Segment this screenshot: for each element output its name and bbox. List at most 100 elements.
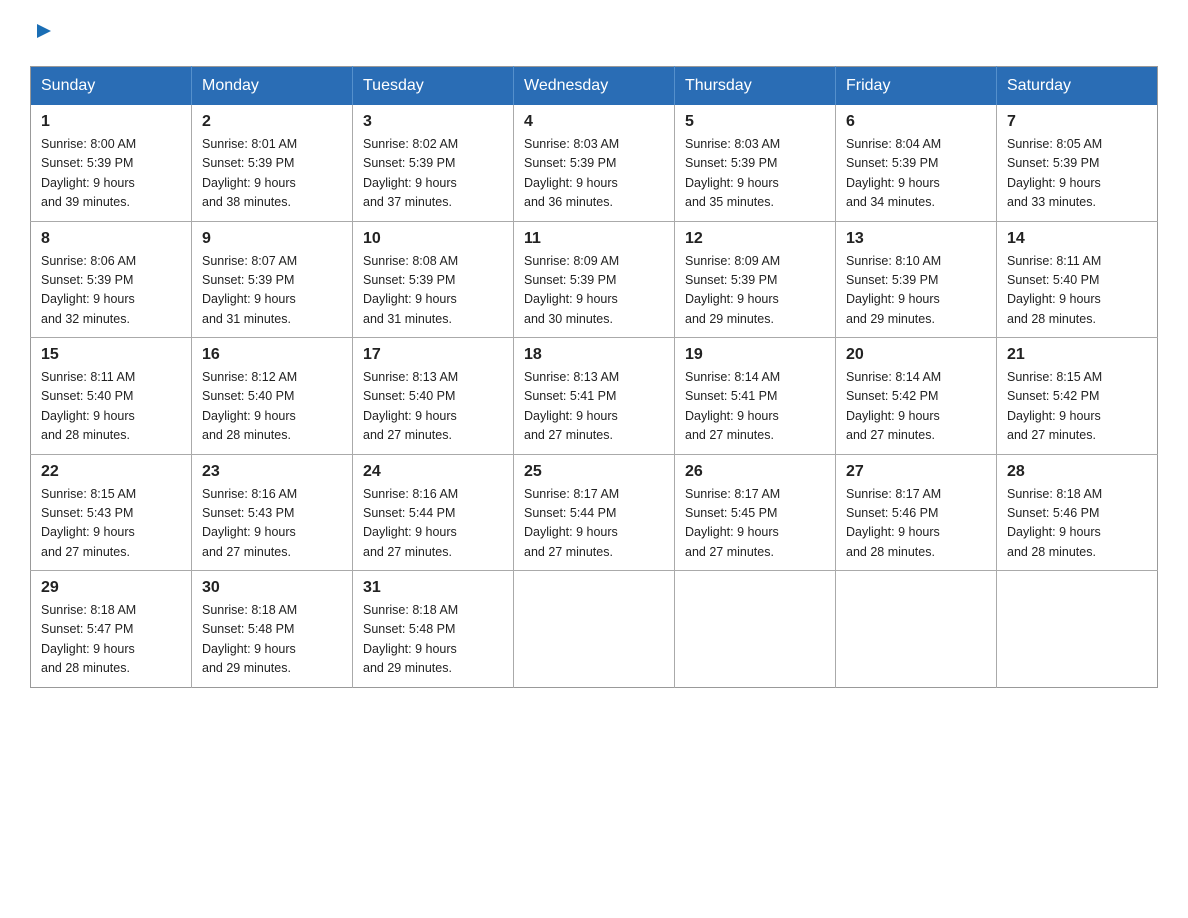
daylight-minutes: and 28 minutes. xyxy=(846,545,935,559)
calendar-cell: 18 Sunrise: 8:13 AM Sunset: 5:41 PM Dayl… xyxy=(514,338,675,455)
day-number: 24 xyxy=(363,463,503,481)
calendar-week-1: 1 Sunrise: 8:00 AM Sunset: 5:39 PM Dayli… xyxy=(31,105,1158,221)
day-info: Sunrise: 8:13 AM Sunset: 5:41 PM Dayligh… xyxy=(524,368,664,446)
daylight-label: Daylight: 9 hours xyxy=(363,642,457,656)
calendar-cell: 6 Sunrise: 8:04 AM Sunset: 5:39 PM Dayli… xyxy=(836,105,997,221)
sunset-label: Sunset: 5:39 PM xyxy=(41,156,133,170)
sunrise-label: Sunrise: 8:02 AM xyxy=(363,137,458,151)
sunrise-label: Sunrise: 8:07 AM xyxy=(202,254,297,268)
daylight-minutes: and 29 minutes. xyxy=(685,312,774,326)
daylight-label: Daylight: 9 hours xyxy=(41,525,135,539)
sunset-label: Sunset: 5:41 PM xyxy=(524,389,616,403)
sunset-label: Sunset: 5:39 PM xyxy=(202,273,294,287)
day-info: Sunrise: 8:15 AM Sunset: 5:43 PM Dayligh… xyxy=(41,485,181,563)
day-number: 11 xyxy=(524,230,664,248)
calendar-cell: 8 Sunrise: 8:06 AM Sunset: 5:39 PM Dayli… xyxy=(31,221,192,338)
day-number: 30 xyxy=(202,579,342,597)
day-info: Sunrise: 8:07 AM Sunset: 5:39 PM Dayligh… xyxy=(202,252,342,330)
day-info: Sunrise: 8:04 AM Sunset: 5:39 PM Dayligh… xyxy=(846,135,986,213)
sunset-label: Sunset: 5:40 PM xyxy=(363,389,455,403)
daylight-minutes: and 34 minutes. xyxy=(846,195,935,209)
day-number: 14 xyxy=(1007,230,1147,248)
calendar-week-3: 15 Sunrise: 8:11 AM Sunset: 5:40 PM Dayl… xyxy=(31,338,1158,455)
daylight-label: Daylight: 9 hours xyxy=(202,525,296,539)
day-number: 9 xyxy=(202,230,342,248)
sunset-label: Sunset: 5:48 PM xyxy=(202,622,294,636)
calendar-header-tuesday: Tuesday xyxy=(353,67,514,106)
sunset-label: Sunset: 5:41 PM xyxy=(685,389,777,403)
sunset-label: Sunset: 5:39 PM xyxy=(41,273,133,287)
sunrise-label: Sunrise: 8:16 AM xyxy=(363,487,458,501)
calendar-cell: 17 Sunrise: 8:13 AM Sunset: 5:40 PM Dayl… xyxy=(353,338,514,455)
day-info: Sunrise: 8:09 AM Sunset: 5:39 PM Dayligh… xyxy=(685,252,825,330)
calendar-cell: 27 Sunrise: 8:17 AM Sunset: 5:46 PM Dayl… xyxy=(836,454,997,571)
sunrise-label: Sunrise: 8:04 AM xyxy=(846,137,941,151)
calendar-cell xyxy=(997,571,1158,688)
sunrise-label: Sunrise: 8:17 AM xyxy=(685,487,780,501)
daylight-minutes: and 27 minutes. xyxy=(685,545,774,559)
day-info: Sunrise: 8:18 AM Sunset: 5:46 PM Dayligh… xyxy=(1007,485,1147,563)
day-number: 21 xyxy=(1007,346,1147,364)
calendar-cell xyxy=(514,571,675,688)
day-number: 10 xyxy=(363,230,503,248)
calendar-week-5: 29 Sunrise: 8:18 AM Sunset: 5:47 PM Dayl… xyxy=(31,571,1158,688)
day-number: 22 xyxy=(41,463,181,481)
daylight-minutes: and 27 minutes. xyxy=(1007,428,1096,442)
day-number: 29 xyxy=(41,579,181,597)
sunset-label: Sunset: 5:39 PM xyxy=(685,273,777,287)
sunset-label: Sunset: 5:39 PM xyxy=(1007,156,1099,170)
sunrise-label: Sunrise: 8:13 AM xyxy=(363,370,458,384)
day-info: Sunrise: 8:14 AM Sunset: 5:42 PM Dayligh… xyxy=(846,368,986,446)
day-info: Sunrise: 8:18 AM Sunset: 5:47 PM Dayligh… xyxy=(41,601,181,679)
daylight-label: Daylight: 9 hours xyxy=(363,409,457,423)
sunrise-label: Sunrise: 8:03 AM xyxy=(685,137,780,151)
daylight-minutes: and 27 minutes. xyxy=(846,428,935,442)
day-info: Sunrise: 8:12 AM Sunset: 5:40 PM Dayligh… xyxy=(202,368,342,446)
daylight-minutes: and 33 minutes. xyxy=(1007,195,1096,209)
day-number: 20 xyxy=(846,346,986,364)
daylight-label: Daylight: 9 hours xyxy=(363,292,457,306)
day-number: 27 xyxy=(846,463,986,481)
sunset-label: Sunset: 5:47 PM xyxy=(41,622,133,636)
calendar-table: SundayMondayTuesdayWednesdayThursdayFrid… xyxy=(30,66,1158,688)
daylight-minutes: and 38 minutes. xyxy=(202,195,291,209)
day-number: 4 xyxy=(524,113,664,131)
daylight-label: Daylight: 9 hours xyxy=(524,409,618,423)
calendar-header-thursday: Thursday xyxy=(675,67,836,106)
day-number: 26 xyxy=(685,463,825,481)
day-number: 25 xyxy=(524,463,664,481)
daylight-label: Daylight: 9 hours xyxy=(846,176,940,190)
day-number: 7 xyxy=(1007,113,1147,131)
day-number: 23 xyxy=(202,463,342,481)
daylight-minutes: and 29 minutes. xyxy=(363,661,452,675)
daylight-label: Daylight: 9 hours xyxy=(685,525,779,539)
daylight-minutes: and 31 minutes. xyxy=(202,312,291,326)
sunset-label: Sunset: 5:39 PM xyxy=(524,273,616,287)
daylight-minutes: and 27 minutes. xyxy=(524,545,613,559)
day-info: Sunrise: 8:18 AM Sunset: 5:48 PM Dayligh… xyxy=(202,601,342,679)
day-info: Sunrise: 8:02 AM Sunset: 5:39 PM Dayligh… xyxy=(363,135,503,213)
day-info: Sunrise: 8:18 AM Sunset: 5:48 PM Dayligh… xyxy=(363,601,503,679)
calendar-header-sunday: Sunday xyxy=(31,67,192,106)
calendar-cell: 20 Sunrise: 8:14 AM Sunset: 5:42 PM Dayl… xyxy=(836,338,997,455)
day-number: 5 xyxy=(685,113,825,131)
sunrise-label: Sunrise: 8:17 AM xyxy=(524,487,619,501)
sunset-label: Sunset: 5:46 PM xyxy=(1007,506,1099,520)
daylight-minutes: and 29 minutes. xyxy=(846,312,935,326)
sunrise-label: Sunrise: 8:10 AM xyxy=(846,254,941,268)
daylight-label: Daylight: 9 hours xyxy=(1007,409,1101,423)
day-info: Sunrise: 8:00 AM Sunset: 5:39 PM Dayligh… xyxy=(41,135,181,213)
sunrise-label: Sunrise: 8:06 AM xyxy=(41,254,136,268)
daylight-label: Daylight: 9 hours xyxy=(202,409,296,423)
sunrise-label: Sunrise: 8:18 AM xyxy=(1007,487,1102,501)
sunset-label: Sunset: 5:42 PM xyxy=(1007,389,1099,403)
calendar-cell: 25 Sunrise: 8:17 AM Sunset: 5:44 PM Dayl… xyxy=(514,454,675,571)
sunrise-label: Sunrise: 8:16 AM xyxy=(202,487,297,501)
daylight-label: Daylight: 9 hours xyxy=(363,525,457,539)
day-number: 8 xyxy=(41,230,181,248)
sunset-label: Sunset: 5:44 PM xyxy=(363,506,455,520)
sunset-label: Sunset: 5:39 PM xyxy=(363,273,455,287)
daylight-label: Daylight: 9 hours xyxy=(685,176,779,190)
sunset-label: Sunset: 5:46 PM xyxy=(846,506,938,520)
day-info: Sunrise: 8:09 AM Sunset: 5:39 PM Dayligh… xyxy=(524,252,664,330)
